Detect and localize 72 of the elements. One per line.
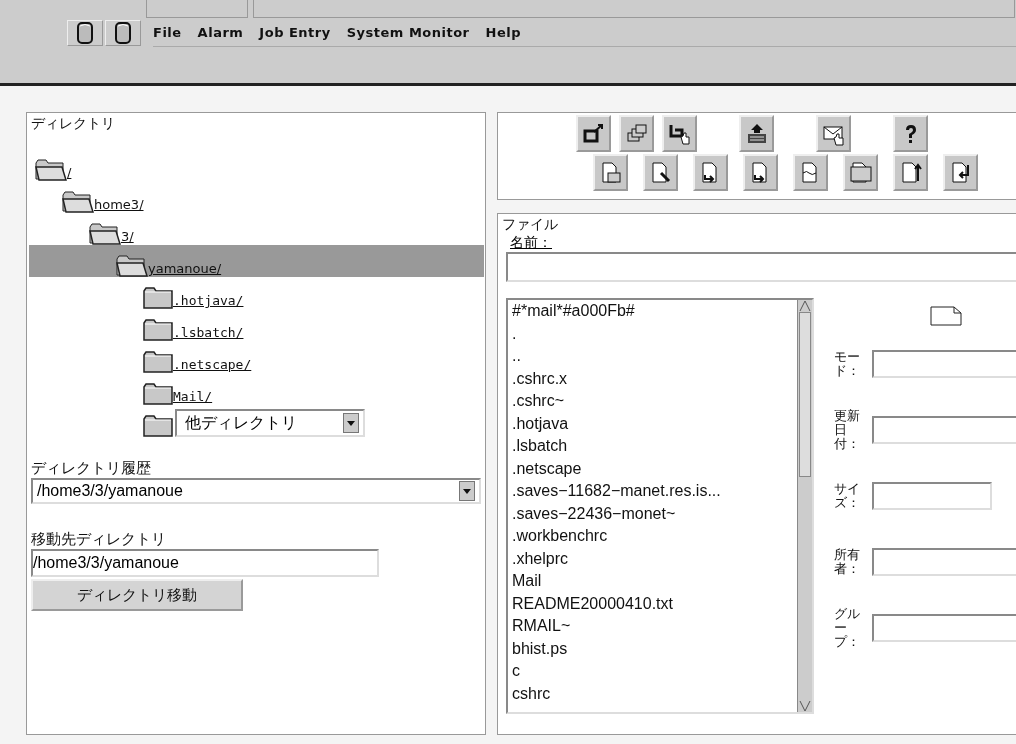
history-dropdown[interactable]: /home3/3/yamanoue (31, 478, 481, 504)
scroll-up-icon[interactable] (799, 300, 811, 312)
document-form-icon[interactable] (593, 154, 628, 191)
directory-link[interactable]: home3/ (94, 197, 144, 213)
directory-link[interactable]: Mail/ (173, 389, 213, 405)
other-directory-dropdown[interactable]: 他ディレクトリ (175, 409, 365, 437)
detail-field[interactable] (872, 482, 992, 510)
document-move-icon[interactable] (743, 154, 778, 191)
panel-title: ディレクトリ (31, 115, 116, 133)
move-directory-button[interactable]: ディレクトリ移動 (31, 579, 243, 611)
cylinder-icon[interactable] (105, 20, 141, 46)
directory-link[interactable]: yamanoue/ (148, 261, 222, 277)
file-list-item[interactable]: .saves−11682−manet.res.is... (512, 480, 721, 503)
detail-field[interactable] (872, 614, 1016, 642)
file-list-item[interactable]: RMAIL~ (512, 615, 571, 638)
file-list-item[interactable]: .lsbatch (512, 435, 568, 458)
file-list-item[interactable]: c (512, 660, 520, 683)
target-directory-field[interactable]: /home3/3/yamanoue (31, 549, 379, 577)
field-label: 更新日付： (834, 408, 861, 452)
file-list-item[interactable]: .. (512, 345, 521, 368)
file-list-item[interactable]: README20000410.txt (512, 592, 673, 615)
menu-item[interactable]: File (153, 25, 182, 40)
field-label: サイズ： (834, 481, 861, 511)
menu-item[interactable]: System Monitor (346, 25, 470, 40)
detail-field[interactable] (872, 416, 1016, 444)
field-label: グループ： (834, 606, 861, 650)
menu-item[interactable]: Help (485, 25, 521, 40)
file-list-item[interactable]: .cshrc~ (512, 390, 564, 413)
windows-icon[interactable] (619, 115, 654, 152)
new-folder-icon[interactable] (843, 154, 878, 191)
directory-link[interactable]: .netscape/ (173, 357, 252, 373)
field-label: モード： (834, 349, 861, 379)
directory-link[interactable]: .hotjava/ (173, 293, 244, 309)
document-icon (930, 306, 962, 326)
directory-link[interactable]: 3/ (121, 229, 134, 245)
envelope-hand-icon[interactable] (816, 115, 851, 152)
scrollbar[interactable] (797, 300, 812, 712)
document-import-icon[interactable] (943, 154, 978, 191)
name-field[interactable] (506, 252, 1016, 282)
file-list-item[interactable]: .hotjava (512, 412, 569, 435)
file-list-item[interactable]: #*mail*#a000Fb# (512, 300, 635, 323)
menu-item[interactable]: Job Entry (259, 25, 331, 40)
keyboard-upload-icon[interactable] (739, 115, 774, 152)
cylinder-icon[interactable] (67, 20, 103, 46)
scrollbar-thumb[interactable] (799, 312, 811, 477)
document-export-icon[interactable] (893, 154, 928, 191)
selected-row[interactable]: yamanoue/ (29, 245, 484, 277)
document-copy-icon[interactable] (693, 154, 728, 191)
file-list-item[interactable]: .workbenchrc (512, 525, 608, 548)
help-icon[interactable] (893, 115, 928, 152)
file-list-item[interactable]: bhist.ps (512, 637, 568, 660)
file-list-item[interactable]: .netscape (512, 457, 582, 480)
window-hand-icon[interactable] (662, 115, 697, 152)
document-search-icon[interactable] (643, 154, 678, 191)
file-list-item[interactable]: Mail (512, 570, 542, 593)
detail-field[interactable] (872, 350, 1016, 378)
scroll-down-icon[interactable] (799, 700, 811, 712)
detail-field[interactable] (872, 548, 1016, 576)
file-list-item[interactable]: .saves−22436−monet~ (512, 502, 676, 525)
menu-item[interactable]: Alarm (197, 25, 244, 40)
directory-link[interactable]: / (67, 165, 72, 181)
history-label: ディレクトリ履歴 (31, 459, 152, 478)
file-list-item[interactable]: .xhelprc (512, 547, 569, 570)
file-list-item[interactable]: cshrc (512, 682, 551, 705)
directory-link[interactable]: .lsbatch/ (173, 325, 244, 341)
name-label: 名前： (510, 234, 552, 252)
field-label: 所有者： (834, 547, 861, 577)
target-label: 移動先ディレクトリ (31, 530, 167, 549)
file-list-item[interactable]: .cshrc.x (512, 367, 568, 390)
torn-document-icon[interactable] (793, 154, 828, 191)
panel-title: ファイル (502, 216, 559, 234)
file-list-item[interactable]: . (512, 322, 517, 345)
